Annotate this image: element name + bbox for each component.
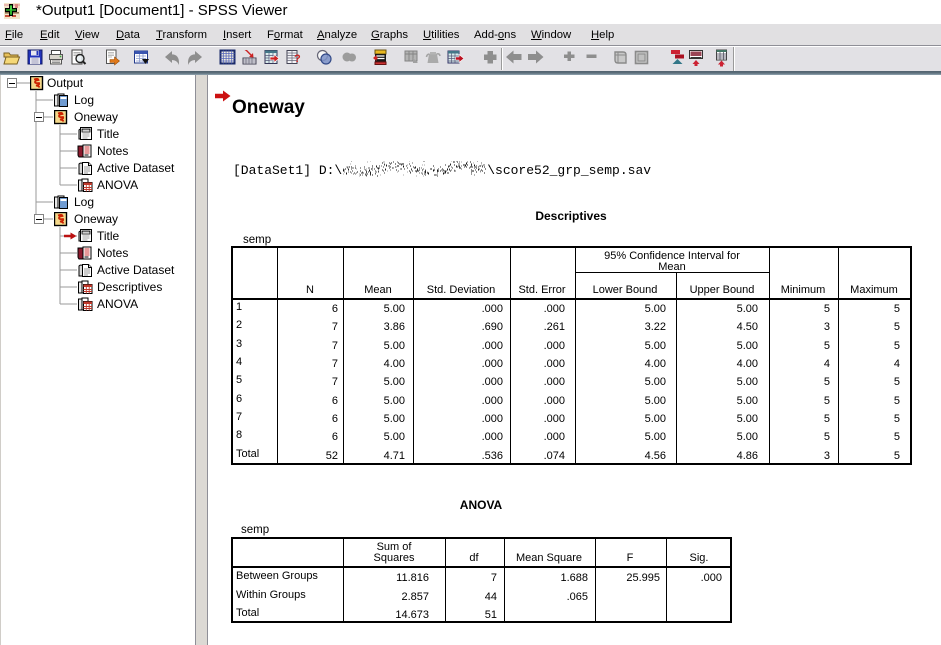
svg-text:?: ? xyxy=(294,53,301,65)
